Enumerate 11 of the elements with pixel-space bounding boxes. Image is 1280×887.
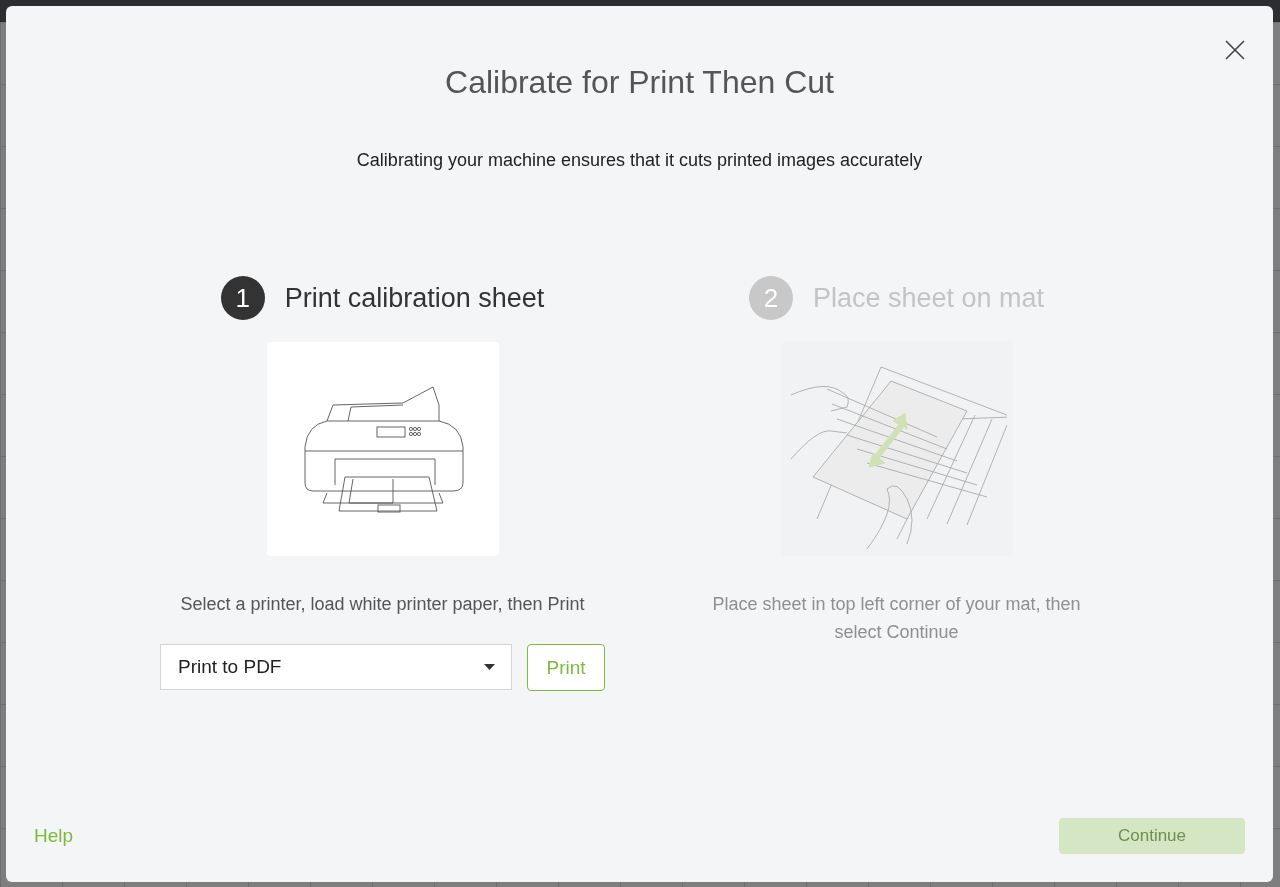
close-icon[interactable]: [1225, 40, 1245, 60]
print-button[interactable]: Print: [527, 644, 605, 691]
step-instructions: Select a printer, load white printer paper, then Print: [179, 593, 586, 616]
step-title: Print calibration sheet: [284, 282, 545, 315]
step-number-badge: 1: [220, 276, 265, 320]
dialog-subtitle: Calibrating your machine ensures that it cuts printed images accurately: [356, 149, 923, 172]
step-instructions: Place sheet in top left corner of your mat, then select Continue: [711, 593, 1082, 644]
caret-icon: [484, 664, 495, 670]
help-link[interactable]: Help: [34, 825, 74, 847]
printer-dropdown[interactable]: Print to PDF: [160, 644, 512, 690]
dialog-title: Calibrate for Print Then Cut: [445, 63, 834, 102]
